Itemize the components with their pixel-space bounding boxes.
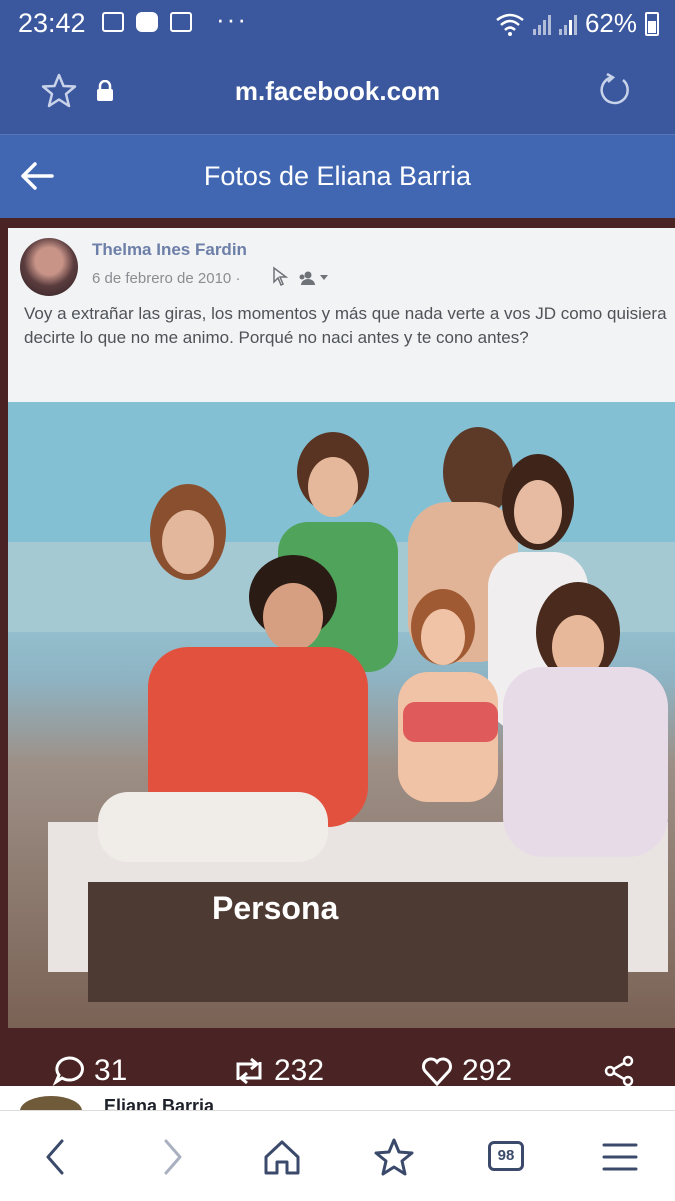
heart-icon (422, 1057, 452, 1087)
post-text: Voy a extrañar las giras, los momentos y… (24, 304, 667, 347)
post-card: Thelma Ines Fardin 6 de febrero de 2010 … (8, 228, 675, 402)
status-indicators: 62% (495, 8, 659, 39)
page-header: Fotos de Eliana Barria (0, 134, 675, 219)
forward-icon[interactable] (152, 1137, 192, 1177)
photo-sign-text: Persona (212, 890, 339, 926)
comment-count[interactable]: 31 (52, 1054, 127, 1088)
photo-viewer[interactable]: Thelma Ines Fardin 6 de febrero de 2010 … (0, 218, 675, 1098)
url-text[interactable]: m.facebook.com (0, 76, 675, 107)
bookmarks-star-icon[interactable] (374, 1137, 414, 1177)
calendar-notification-icon (170, 12, 192, 32)
post-date: 6 de febrero de 2010 · (92, 270, 241, 287)
page-title: Fotos de Eliana Barria (203, 161, 472, 191)
share-count[interactable]: 232 (232, 1054, 324, 1088)
battery-percent: 62% (584, 8, 637, 38)
status-bar: 23:42 ··· 62% (0, 0, 675, 48)
browser-address-bar: m.facebook.com (0, 48, 675, 134)
share-count-value: 232 (274, 1054, 325, 1087)
post-author: Thelma Ines Fardin (92, 240, 247, 259)
tabs-button[interactable]: 98 (488, 1141, 524, 1171)
home-icon[interactable] (262, 1137, 302, 1177)
status-time: 23:42 (18, 8, 86, 38)
back-icon[interactable] (36, 1137, 76, 1177)
signal-icon-2 (558, 13, 577, 35)
wifi-icon (496, 13, 524, 36)
share-icon (604, 1055, 634, 1087)
battery-icon (645, 11, 659, 36)
audience-icon (273, 266, 328, 287)
menu-icon[interactable] (600, 1137, 640, 1177)
group-photo (8, 402, 675, 1028)
browser-bottom-nav: 98 (0, 1110, 675, 1201)
like-count-value: 292 (462, 1054, 513, 1087)
share-button[interactable] (602, 1054, 636, 1088)
avatar (20, 238, 78, 296)
comment-icon (52, 1056, 84, 1087)
signal-icon (532, 13, 551, 35)
notification-icons (102, 12, 192, 32)
like-count[interactable]: 292 (420, 1054, 512, 1088)
youtube-notification-icon (136, 12, 158, 32)
reload-icon[interactable] (597, 72, 633, 108)
group-photo-illustration (8, 402, 675, 1002)
comment-count-value: 31 (94, 1054, 128, 1087)
more-notifications-icon: ··· (216, 4, 248, 34)
retweet-icon (236, 1057, 262, 1085)
photographed-screen: Thelma Ines Fardin 6 de febrero de 2010 … (8, 228, 675, 1028)
gallery-notification-icon (102, 12, 124, 32)
